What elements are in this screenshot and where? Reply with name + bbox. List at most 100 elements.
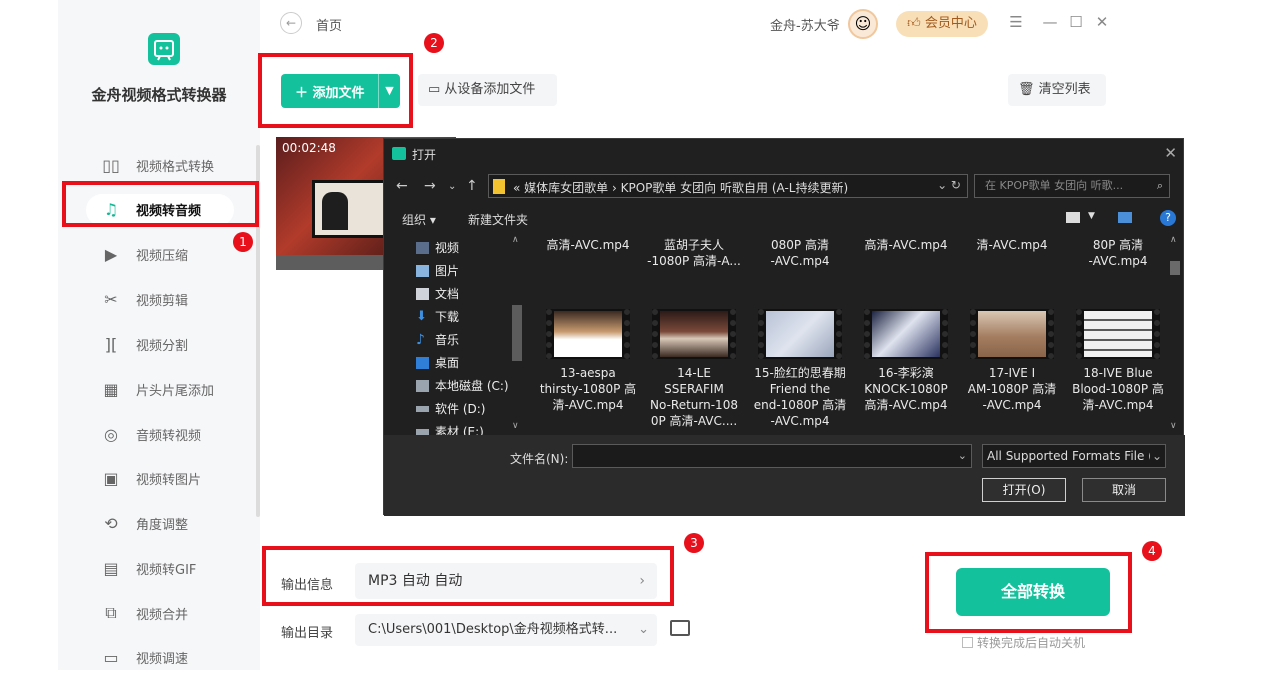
- sidebar-item-speed[interactable]: ▭ 视频调速: [58, 638, 260, 676]
- file-item[interactable]: 14-LE SSERAFIM No-Return-108 0P 高清-AVC..…: [642, 309, 746, 429]
- help-icon[interactable]: ?: [1160, 210, 1176, 226]
- dialog-titlebar[interactable]: 打开 ✕: [384, 139, 1185, 169]
- tree-item-label: 视频: [435, 241, 460, 255]
- search-input[interactable]: 在 KPOP歌单 女团向 听歌... ⌕: [974, 174, 1170, 198]
- sidebar-item-label: 视频转图片: [136, 472, 202, 488]
- format-convert-icon: ▯▯: [102, 155, 120, 175]
- clear-list-button[interactable]: 🗑︎ 清空列表: [1008, 74, 1106, 106]
- vip-center-button[interactable]: 👍︎ 会员中心: [896, 11, 988, 37]
- file-name: 080P 高清 -AVC.mp4: [770, 238, 830, 268]
- address-bar[interactable]: « 媒体库女团歌单 › KPOP歌单 女团向 听歌自用 (A-L持续更新) ⌄ …: [488, 174, 968, 198]
- annotation-box-2: [258, 53, 413, 128]
- avatar[interactable]: ☺: [848, 9, 878, 39]
- video-folder-icon: [416, 241, 429, 254]
- chevron-down-icon[interactable]: ▼: [1088, 211, 1095, 221]
- sidebar-item-gif[interactable]: ▤ 视频转GIF: [58, 549, 260, 587]
- folder-icon[interactable]: [670, 620, 690, 636]
- files-scrollbar[interactable]: ∧ ∨: [1168, 235, 1182, 431]
- search-icon: ⌕: [1156, 175, 1163, 197]
- back-arrow-icon[interactable]: ←: [280, 12, 302, 34]
- auto-shutdown-checkbox[interactable]: 转换完成后自动关机: [962, 634, 1085, 651]
- sidebar-item-rotate[interactable]: ⟲ 角度调整: [58, 504, 260, 542]
- output-dir-label: 输出目录: [281, 626, 334, 641]
- sidebar-item-intro-outro[interactable]: ▦ 片头片尾添加: [58, 370, 260, 408]
- file-item[interactable]: 17-IVE I AM-1080P 高清 -AVC.mp4: [960, 309, 1064, 413]
- sidebar-item-audio-to-video[interactable]: ◎ 音频转视频: [58, 415, 260, 453]
- close-icon[interactable]: ✕: [1164, 144, 1177, 162]
- menu-icon[interactable]: ☰: [1006, 12, 1026, 32]
- dialog-toolbar: 组织 ▾ 新建文件夹 ▼ ?: [384, 207, 1185, 231]
- video-thumbnail: [970, 309, 1054, 359]
- file-item[interactable]: 15-脸红的思春期 Friend the end-1080P 高清 -AVC.m…: [748, 309, 852, 429]
- back-arrow-icon[interactable]: ←: [396, 178, 408, 194]
- audio-disc-icon: ◎: [104, 424, 118, 444]
- tree-item-downloads[interactable]: ⬇ 下载: [416, 308, 459, 325]
- sidebar-item-video-to-image[interactable]: ▣ 视频转图片: [58, 459, 260, 497]
- file-item[interactable]: 高清-AVC.mp4: [536, 237, 640, 253]
- new-folder-button[interactable]: 新建文件夹: [468, 211, 528, 228]
- file-item[interactable]: 蓝胡子夫人 -1080P 高清-A...: [642, 237, 746, 269]
- sidebar-item-merge[interactable]: ⧉ 视频合并: [58, 594, 260, 632]
- tree-item-drive-d[interactable]: 软件 (D:): [416, 400, 485, 417]
- output-dir-value: C:\Users\001\Desktop\金舟视频格式转...: [368, 622, 618, 637]
- music-note-icon: ♫: [103, 199, 119, 219]
- file-item[interactable]: 13-aespa thirsty-1080P 高 清-AVC.mp4: [536, 309, 640, 413]
- tree-item-documents[interactable]: 文档: [416, 285, 459, 302]
- open-button[interactable]: 打开(O): [982, 478, 1066, 502]
- close-icon[interactable]: ✕: [1092, 12, 1112, 32]
- sidebar-item-label: 视频转GIF: [136, 562, 197, 578]
- rotate-icon: ⟲: [104, 513, 118, 533]
- maximize-icon[interactable]: ☐: [1066, 12, 1086, 32]
- organize-menu[interactable]: 组织 ▾: [402, 211, 436, 228]
- scissors-icon: ✂: [104, 289, 118, 309]
- filename-input[interactable]: ⌄: [572, 444, 972, 468]
- video-thumbnail: [1076, 309, 1160, 359]
- annotation-box-4: [925, 552, 1132, 633]
- sidebar-item-label: 视频分割: [136, 338, 189, 354]
- tree-item-drive-e[interactable]: 素材 (E:): [416, 423, 484, 435]
- file-type-select[interactable]: All Supported Formats File ( ⌄: [982, 444, 1166, 468]
- file-item[interactable]: 清-AVC.mp4: [960, 237, 1064, 253]
- forward-arrow-icon[interactable]: →: [424, 178, 436, 194]
- chevron-down-icon: ⌄: [1149, 445, 1162, 467]
- file-name: 80P 高清 -AVC.mp4: [1088, 238, 1148, 268]
- tree-item-videos[interactable]: 视频: [416, 239, 459, 256]
- tree-item-drive-c[interactable]: 本地磁盘 (C:): [416, 377, 509, 394]
- sidebar-item-label: 音频转视频: [136, 428, 202, 444]
- sidebar-item-split[interactable]: ][ 视频分割: [58, 325, 260, 363]
- open-file-dialog: 打开 ✕ ← → ⌄ ↑ « 媒体库女团歌单 › KPOP歌单 女团向 听歌自用…: [383, 138, 1185, 516]
- file-name: 蓝胡子夫人 -1080P 高清-A...: [647, 238, 741, 268]
- breadcrumb[interactable]: 首页: [316, 15, 342, 34]
- file-item[interactable]: 16-李彩演 KNOCK-1080P 高清-AVC.mp4: [854, 309, 958, 413]
- sidebar-item-compress[interactable]: ▶ 视频压缩: [58, 235, 260, 273]
- output-dir-selector[interactable]: C:\Users\001\Desktop\金舟视频格式转... ⌄: [355, 614, 657, 646]
- chevron-down-icon[interactable]: ⌄: [958, 449, 967, 462]
- minimize-icon[interactable]: —: [1040, 12, 1060, 32]
- dialog-footer: 文件名(N): ⌄ All Supported Formats File ( ⌄…: [384, 435, 1185, 516]
- file-name: 15-脸红的思春期 Friend the end-1080P 高清 -AVC.m…: [753, 366, 847, 428]
- up-arrow-icon[interactable]: ↑: [466, 178, 478, 194]
- tree-scrollbar[interactable]: ∧ ∨: [510, 235, 524, 431]
- refresh-icon[interactable]: ⌄ ↻: [937, 178, 961, 192]
- username[interactable]: 金舟-苏大爷: [770, 15, 840, 34]
- file-item[interactable]: 18-IVE Blue Blood-1080P 高 清-AVC.mp4: [1066, 309, 1168, 413]
- sidebar-item-edit[interactable]: ✂ 视频剪辑: [58, 280, 260, 318]
- add-from-device-button[interactable]: ▭ 从设备添加文件: [418, 74, 557, 106]
- tree-item-pictures[interactable]: 图片: [416, 262, 459, 279]
- file-item[interactable]: 80P 高清 -AVC.mp4: [1066, 237, 1168, 269]
- view-mode-icon[interactable]: [1066, 212, 1080, 223]
- file-item[interactable]: 080P 高清 -AVC.mp4: [748, 237, 852, 269]
- tree-item-music[interactable]: ♪ 音乐: [416, 331, 459, 348]
- drive-icon: [416, 379, 429, 392]
- file-name: 清-AVC.mp4: [976, 238, 1048, 252]
- sidebar-item-format-convert[interactable]: ▯▯ 视频格式转换: [58, 146, 260, 184]
- tree-item-desktop[interactable]: 桌面: [416, 354, 459, 371]
- compress-icon: ▶: [104, 244, 118, 264]
- file-grid: 高清-AVC.mp4 蓝胡子夫人 -1080P 高清-A... 080P 高清 …: [532, 235, 1168, 435]
- cancel-button[interactable]: 取消: [1082, 478, 1166, 502]
- sidebar-item-label: 视频剪辑: [136, 293, 189, 309]
- preview-pane-icon[interactable]: [1118, 212, 1132, 223]
- file-item[interactable]: 高清-AVC.mp4: [854, 237, 958, 253]
- vip-label: 会员中心: [924, 16, 977, 31]
- chevron-down-icon[interactable]: ⌄: [448, 181, 456, 192]
